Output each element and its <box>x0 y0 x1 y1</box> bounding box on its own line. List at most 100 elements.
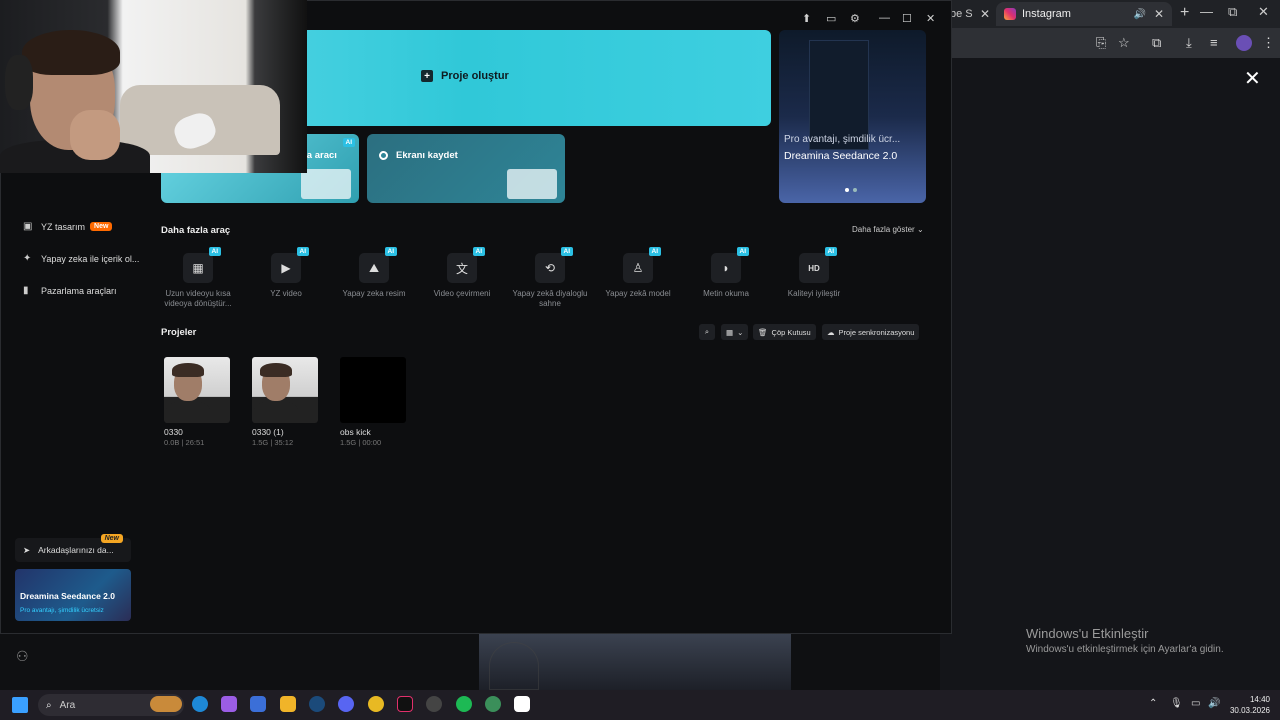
message-icon[interactable]: ▭ <box>826 12 836 25</box>
maximize-button[interactable]: ⧉ <box>1228 4 1237 20</box>
settings-icon[interactable]: ⚙ <box>850 12 860 25</box>
view-toggle-button[interactable]: ▦ ⌄ <box>721 324 749 340</box>
speaker-icon[interactable]: 🔊 <box>1133 9 1145 20</box>
media-icon[interactable]: ≡ <box>1210 35 1218 50</box>
ai-badge: AI <box>736 247 749 256</box>
tool-ai-model[interactable]: ♙ AI Yapay zekâ model <box>594 247 682 299</box>
upload-icon[interactable]: ⬆ <box>802 12 811 25</box>
tool-label: Yapay zekâ diyaloglu sahne <box>512 289 588 308</box>
grid-icon: ▦ <box>726 327 734 337</box>
show-more-link[interactable]: Daha fazla göster ⌄ <box>852 225 924 234</box>
ai-badge: AI <box>648 247 661 256</box>
tool-text-to-speech[interactable]: ◗ AI Metin okuma <box>682 247 770 299</box>
invite-friends-button[interactable]: ➤ Arkadaşlarınızı da... New <box>15 534 131 562</box>
steam-icon[interactable] <box>309 696 325 712</box>
close-window-button[interactable]: ✕ <box>926 12 935 25</box>
sidebar-item-yz-tasarim[interactable]: ▣ YZ tasarım New <box>23 221 113 232</box>
chrome-icon[interactable] <box>368 696 384 712</box>
sidebar-item-marketing[interactable]: ▮ Pazarlama araçları <box>23 285 117 296</box>
chevron-up-icon[interactable]: ⌃ <box>1149 698 1157 709</box>
create-project-button[interactable]: + Proje oluştur <box>421 70 509 82</box>
microphone-icon[interactable]: 🎙 <box>1170 698 1183 709</box>
create-project-label: Proje oluştur <box>441 70 509 82</box>
tool-label: YZ video <box>270 289 302 298</box>
carousel-dots[interactable] <box>845 188 857 192</box>
browser-window: be S ✕ Instagram 🔊 ✕ + — ⧉ ✕ ⎘ ☆ ⧉ ⤓ ≡ ⋮… <box>940 0 1280 690</box>
tools-section-title: Daha fazla araç <box>161 225 231 236</box>
sidebar-item-label: YZ tasarım <box>41 221 86 232</box>
close-icon[interactable]: ✕ <box>1154 7 1164 21</box>
maximize-button[interactable]: ☐ <box>902 12 912 25</box>
tool-yz-video[interactable]: ▶ AI YZ video <box>242 247 330 299</box>
windows-start-icon[interactable] <box>12 697 28 713</box>
card-thumbnail <box>507 169 557 199</box>
obs-icon[interactable] <box>426 696 442 712</box>
capcut-icon[interactable] <box>514 696 530 712</box>
sidebar-item-label: Yapay zeka ile içerik ol... <box>41 253 140 264</box>
close-window-button[interactable]: ✕ <box>1258 4 1269 20</box>
plus-icon: + <box>421 70 433 82</box>
browser-tab-instagram[interactable]: Instagram 🔊 ✕ <box>996 2 1172 26</box>
network-icon[interactable]: ▭ <box>1191 698 1200 709</box>
minimize-button[interactable]: — <box>1200 4 1213 19</box>
star-icon[interactable]: ☆ <box>1118 35 1130 51</box>
minimize-button[interactable]: — <box>879 12 890 24</box>
avatar[interactable] <box>1236 35 1252 51</box>
record-screen-card[interactable]: Ekranı kaydet <box>367 134 565 203</box>
sparkle-icon: ✦ <box>23 253 32 264</box>
sidebar-item-ai-content[interactable]: ✦ Yapay zeka ile içerik ol... <box>23 253 139 264</box>
new-tab-button[interactable]: + <box>1180 4 1189 22</box>
card-label: Ekranı kaydet <box>396 150 458 161</box>
copilot-icon[interactable] <box>221 696 237 712</box>
folder-icon[interactable] <box>280 696 296 712</box>
project-thumbnail <box>340 357 406 423</box>
menu-icon[interactable]: ⋮ <box>1262 35 1275 51</box>
close-view-button[interactable]: ✕ <box>1244 66 1261 91</box>
promo-banner[interactable]: Dreamina Seedance 2.0 Pro avantajı, şimd… <box>15 569 131 621</box>
cloud-icon: ☁ <box>827 327 835 337</box>
project-card[interactable]: 0330 0.0B | 26:51 <box>164 357 230 447</box>
tool-long-to-short[interactable]: ▦ AI Uzun videoyu kısa videoya dönüştür..… <box>154 247 242 308</box>
weather-widget-icon[interactable] <box>150 696 182 712</box>
tool-ai-dialogue[interactable]: ⟲ AI Yapay zekâ diyaloglu sahne <box>506 247 594 308</box>
webcam-overlay <box>0 0 307 173</box>
dreamina-banner[interactable]: Pro avantajı, şimdilik ücr... Dreamina S… <box>779 30 926 203</box>
send-icon: ➤ <box>23 544 31 555</box>
project-card[interactable]: 0330 (1) 1.5G | 35:12 <box>252 357 318 447</box>
tool-label: Metin okuma <box>703 289 749 298</box>
shirt-icon: ♙ AI <box>623 247 661 283</box>
show-more-label: Daha fazla göster <box>852 225 915 234</box>
edge-icon[interactable] <box>192 696 208 712</box>
new-badge: New <box>90 222 113 231</box>
store-icon[interactable] <box>250 696 266 712</box>
project-name: obs kick <box>340 427 371 437</box>
projects-section-title: Projeler <box>161 327 197 338</box>
close-icon[interactable]: ✕ <box>980 7 990 21</box>
tool-enhance-quality[interactable]: HD AI Kaliteyi iyileştir <box>770 247 858 299</box>
tool-label: Yapay zekâ model <box>605 289 671 298</box>
clock-time: 14:40 <box>1249 695 1270 704</box>
spotify-icon[interactable] <box>456 696 472 712</box>
tool-label: Yapay zeka resim <box>342 289 406 298</box>
volume-icon[interactable]: 🔊 <box>1208 698 1220 709</box>
chrome-profile-icon[interactable] <box>485 696 501 712</box>
tool-ai-image[interactable]: ⛰ AI Yapay zeka resim <box>330 247 418 299</box>
discord-icon[interactable] <box>338 696 354 712</box>
download-icon[interactable]: ⤓ <box>1186 35 1192 51</box>
tiktok-icon[interactable] <box>397 696 413 712</box>
speech-icon: ◗ AI <box>711 247 749 283</box>
apps-icon[interactable]: ⚇ <box>16 648 29 665</box>
banner-line1: Pro avantajı, şimdilik ücr... <box>784 134 901 145</box>
ai-badge: AI <box>472 247 485 256</box>
search-button[interactable]: ⌕ <box>699 324 715 340</box>
sync-button[interactable]: ☁ Proje senkronizasyonu <box>822 324 920 340</box>
project-card[interactable]: obs kick 1.5G | 00:00 <box>340 357 406 447</box>
trash-button[interactable]: 🗑 Çöp Kutusu <box>753 324 816 340</box>
install-icon[interactable]: ⎘ <box>1096 35 1106 51</box>
extensions-icon[interactable]: ⧉ <box>1152 35 1161 51</box>
film-icon: ▦ AI <box>183 247 221 283</box>
taskbar: ⌕ Ara ⌃ 🎙 ▭ 🔊 14:40 30.03.2026 <box>0 690 1280 720</box>
tool-video-translator[interactable]: 文 AI Video çevirmeni <box>418 247 506 299</box>
clock[interactable]: 14:40 30.03.2026 <box>1230 694 1270 716</box>
project-name: 0330 <box>164 427 183 437</box>
